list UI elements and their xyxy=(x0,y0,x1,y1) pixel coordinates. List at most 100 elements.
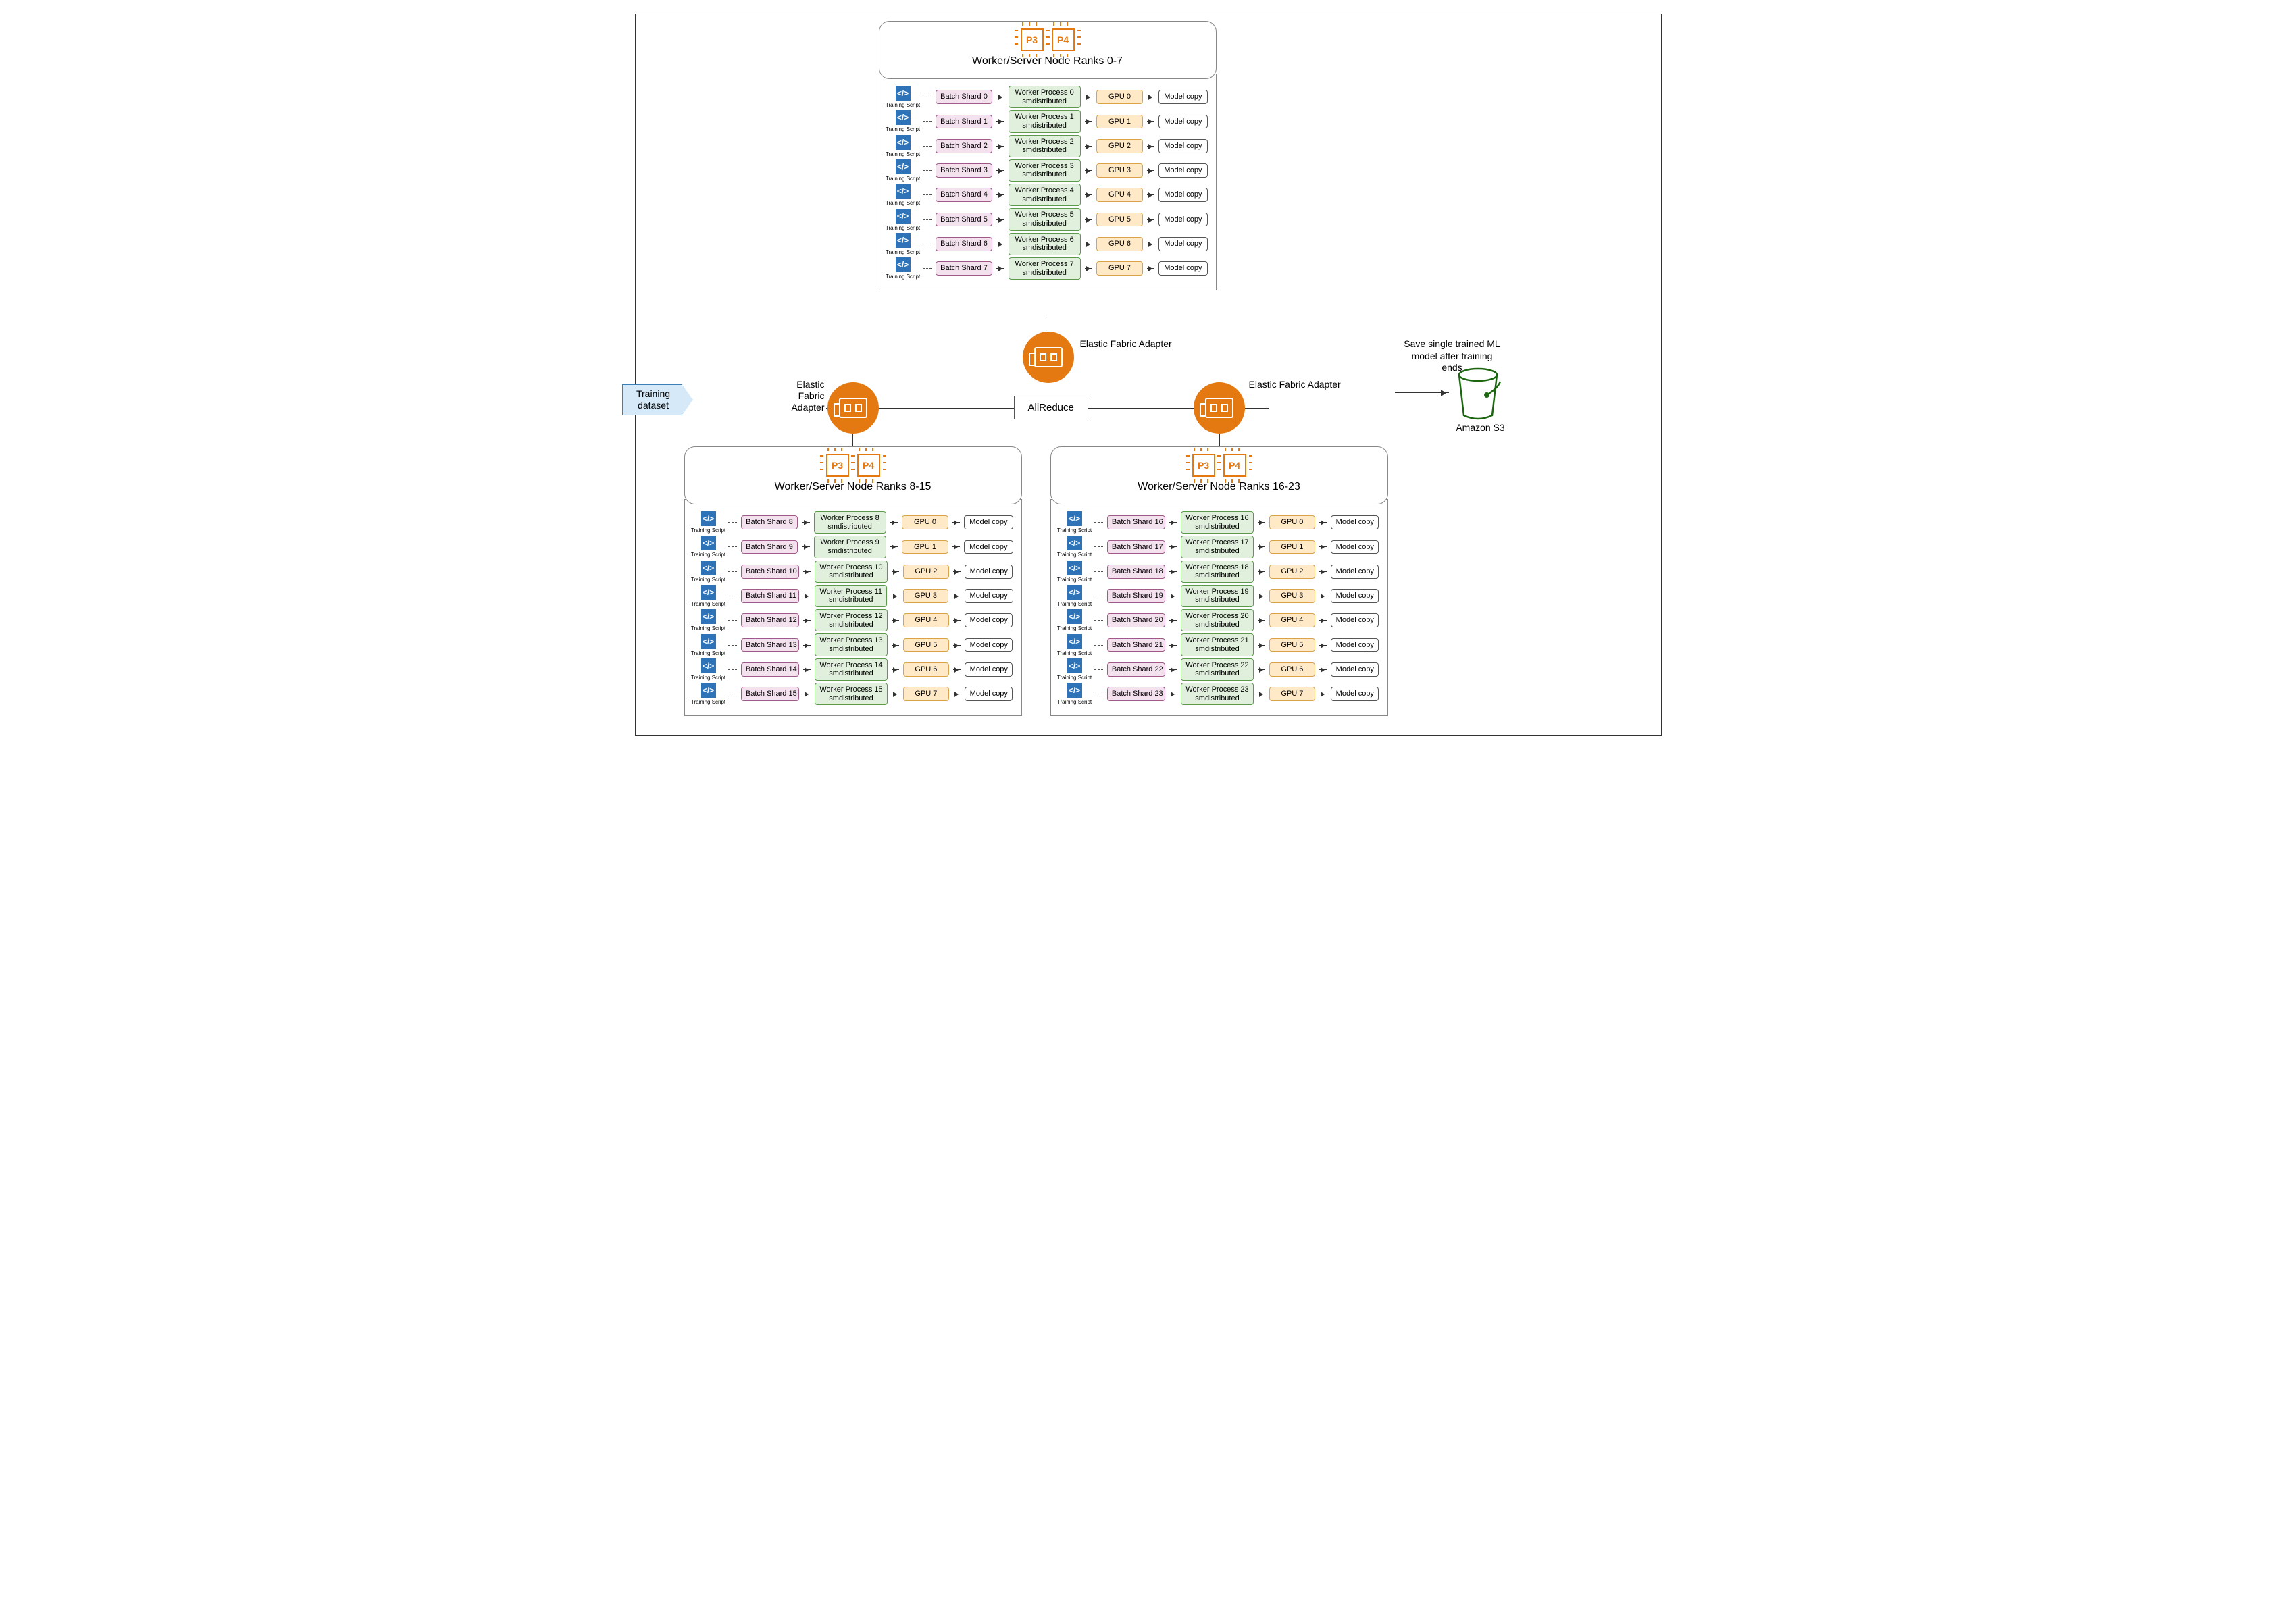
model-copy-cell: Model copy xyxy=(965,589,1013,603)
arrow-icon xyxy=(1085,219,1093,220)
chip-icon: P3 xyxy=(1021,28,1044,51)
training-script-icon: </>Training Script xyxy=(888,110,919,132)
chip-icon: P4 xyxy=(857,454,880,477)
model-copy-cell: Model copy xyxy=(1331,589,1379,603)
model-copy-cell: Model copy xyxy=(1331,662,1379,677)
batch-shard-cell: Batch Shard 13 xyxy=(741,638,799,652)
dashed-connector xyxy=(728,546,738,547)
training-script-icon: </>Training Script xyxy=(693,585,724,607)
model-copy-cell: Model copy xyxy=(1331,613,1379,627)
node-header-icons: P3P4 xyxy=(1061,454,1378,477)
batch-shard-cell: Batch Shard 0 xyxy=(936,90,992,104)
worker-row: </>Training ScriptBatch Shard 2Worker Pr… xyxy=(888,135,1208,157)
dashed-connector xyxy=(1094,546,1103,547)
node-header: P3P4Worker/Server Node Ranks 0-7 xyxy=(879,21,1217,79)
worker-row: </>Training ScriptBatch Shard 4Worker Pr… xyxy=(888,184,1208,206)
dashed-connector xyxy=(728,645,737,646)
arrow-icon xyxy=(952,546,961,547)
arrow-icon xyxy=(892,645,899,646)
worker-process-cell: Worker Process 11smdistributed xyxy=(815,585,887,607)
dashed-connector xyxy=(923,219,932,220)
efa-label-left: Elastic Fabric Adapter xyxy=(786,379,825,413)
gpu-cell: GPU 5 xyxy=(903,638,949,652)
model-copy-cell: Model copy xyxy=(965,638,1013,652)
arrow-icon xyxy=(1319,522,1327,523)
dashed-connector xyxy=(923,194,932,195)
node-header: P3P4Worker/Server Node Ranks 8-15 xyxy=(684,446,1022,504)
arrow-icon xyxy=(1085,121,1093,122)
training-script-icon: </>Training Script xyxy=(1059,683,1090,705)
training-script-icon: </>Training Script xyxy=(693,658,724,681)
model-copy-cell: Model copy xyxy=(964,540,1013,554)
arrow-icon xyxy=(1147,146,1155,147)
arrow-icon xyxy=(1169,669,1177,670)
efa-label-top: Elastic Fabric Adapter xyxy=(1080,338,1172,350)
arrow-icon xyxy=(952,522,961,523)
worker-row: </>Training ScriptBatch Shard 22Worker P… xyxy=(1059,658,1379,681)
gpu-cell: GPU 4 xyxy=(903,613,949,627)
node-body: </>Training Script Batch Shard 0 Worker Pr… xyxy=(879,74,1217,290)
batch-shard-cell: Batch Shard 10 xyxy=(741,565,799,579)
batch-shard-cell: Batch Shard 5 xyxy=(936,213,992,227)
gpu-cell: GPU 7 xyxy=(1096,261,1142,276)
arrow-icon xyxy=(953,620,961,621)
model-copy-cell: Model copy xyxy=(965,565,1013,579)
worker-row: </>Training ScriptBatch Shard 9Worker Pr… xyxy=(693,536,1013,558)
arrow-icon xyxy=(1319,620,1327,621)
worker-process-cell: Worker Process 15smdistributed xyxy=(815,683,887,705)
arrow-icon xyxy=(1085,194,1093,195)
gpu-cell: GPU 7 xyxy=(1269,687,1315,701)
batch-shard-cell: Batch Shard 4 xyxy=(936,188,992,202)
training-script-icon: </>Training Script xyxy=(888,86,919,108)
gpu-cell: GPU 4 xyxy=(1096,188,1142,202)
model-copy-cell: Model copy xyxy=(1331,540,1379,554)
s3-bucket-icon xyxy=(1456,367,1503,423)
node-title: Worker/Server Node Ranks 16-23 xyxy=(1061,481,1378,493)
arrow-icon xyxy=(996,170,1004,171)
batch-shard-cell: Batch Shard 17 xyxy=(1107,540,1165,554)
worker-process-cell: Worker Process 6smdistributed xyxy=(1009,233,1081,255)
gpu-cell: GPU 0 xyxy=(902,515,948,529)
node-title: Worker/Server Node Ranks 0-7 xyxy=(889,55,1206,68)
gpu-cell: GPU 0 xyxy=(1096,90,1142,104)
model-copy-cell: Model copy xyxy=(1158,163,1207,178)
arrow-icon xyxy=(803,571,811,572)
node-title: Worker/Server Node Ranks 8-15 xyxy=(694,481,1012,493)
worker-process-cell: Worker Process 1smdistributed xyxy=(1009,110,1081,132)
worker-row: </>Training ScriptBatch Shard 12Worker P… xyxy=(693,609,1013,631)
arrow-icon xyxy=(1319,546,1327,547)
worker-process-cell: Worker Process 18smdistributed xyxy=(1181,561,1253,583)
training-script-icon: </>Training Script xyxy=(1059,609,1090,631)
arrow-icon xyxy=(1147,219,1155,220)
arrow-icon xyxy=(1085,146,1093,147)
arrow-icon xyxy=(996,219,1004,220)
worker-process-cell: Worker Process 20smdistributed xyxy=(1181,609,1253,631)
arrow-icon xyxy=(1147,194,1155,195)
node-header: P3P4 Worker/Server Node Ranks 16-23 xyxy=(1050,446,1388,504)
arrow-icon xyxy=(1147,170,1155,171)
chip-icon: P3 xyxy=(1192,454,1215,477)
worker-row: </>Training ScriptBatch Shard 18Worker P… xyxy=(1059,561,1379,583)
batch-shard-cell: Batch Shard 23 xyxy=(1107,687,1165,701)
worker-row: </>Training ScriptBatch Shard 7Worker Pr… xyxy=(888,257,1208,280)
worker-process-cell: Worker Process 21smdistributed xyxy=(1181,633,1253,656)
model-copy-cell: Model copy xyxy=(1158,90,1207,104)
worker-node-0: P3P4Worker/Server Node Ranks 0-7</>Train… xyxy=(879,21,1217,290)
arrow-icon xyxy=(802,546,810,547)
batch-shard-cell: Batch Shard 15 xyxy=(741,687,799,701)
worker-process-cell: Worker Process 19smdistributed xyxy=(1181,585,1253,607)
arrow-icon xyxy=(1169,645,1177,646)
arrow-icon xyxy=(802,522,810,523)
worker-row: </>Training ScriptBatch Shard 13Worker P… xyxy=(693,633,1013,656)
gpu-cell: GPU 0 xyxy=(1269,515,1315,529)
output-arrow xyxy=(1395,392,1449,393)
arrow-icon xyxy=(996,268,1004,269)
model-copy-cell: Model copy xyxy=(1158,237,1207,251)
gpu-cell: GPU 3 xyxy=(1096,163,1142,178)
s3-label: Amazon S3 xyxy=(1450,422,1511,433)
batch-shard-cell: Batch Shard 16 xyxy=(1107,515,1165,529)
arrow-icon xyxy=(1258,669,1265,670)
arrow-icon xyxy=(1319,645,1327,646)
batch-shard-cell: Batch Shard 12 xyxy=(741,613,799,627)
batch-shard-cell: Batch Shard 2 xyxy=(936,139,992,153)
